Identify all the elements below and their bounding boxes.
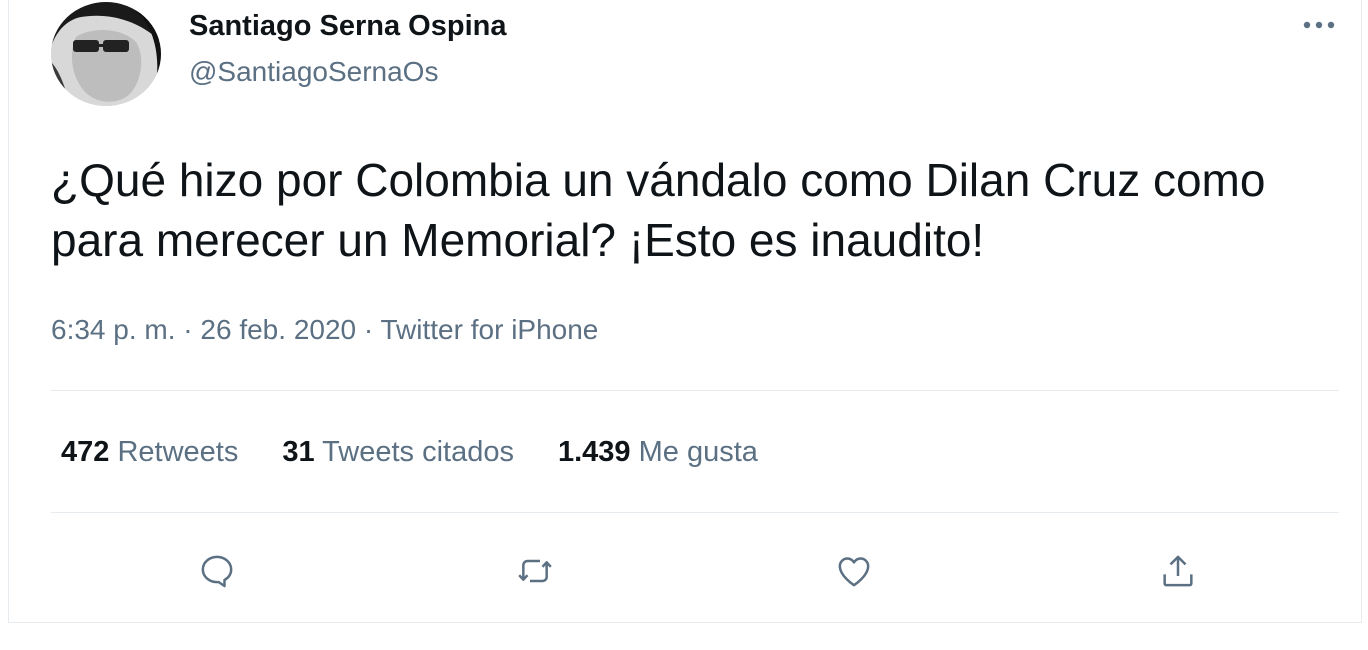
likes-count: 1.439: [557, 436, 631, 468]
quotes-count: 31: [282, 436, 315, 468]
share-icon: [1163, 555, 1193, 587]
retweets-stat[interactable]: 472 Retweets: [61, 436, 238, 469]
author-name[interactable]: Santiago Serna Ospina: [189, 10, 506, 43]
tweet-source[interactable]: Twitter for iPhone: [381, 314, 599, 345]
avatar-image: [51, 2, 161, 106]
retweet-icon: [518, 559, 552, 583]
more-horizontal-icon: [1303, 21, 1335, 29]
avatar[interactable]: [51, 2, 161, 106]
more-options-button[interactable]: [1299, 10, 1339, 40]
heart-icon: [838, 557, 870, 587]
tweet-time[interactable]: 6:34 p. m.: [51, 314, 176, 345]
retweets-count: 472: [61, 436, 110, 468]
reply-icon: [201, 555, 233, 588]
tweet-meta: 6:34 p. m. · 26 feb. 2020 · Twitter for …: [51, 314, 598, 346]
author-handle[interactable]: @SantiagoSernaOs: [189, 56, 438, 88]
reply-button[interactable]: [192, 546, 242, 596]
divider: [51, 512, 1339, 513]
tweet-actions: [9, 546, 1361, 596]
like-button[interactable]: [829, 546, 879, 596]
share-button[interactable]: [1153, 546, 1203, 596]
tweet-text: ¿Qué hizo por Colombia un vándalo como D…: [51, 154, 1266, 266]
tweet-date[interactable]: 26 feb. 2020: [200, 314, 356, 345]
likes-label: Me gusta: [638, 436, 758, 468]
retweet-button[interactable]: [510, 546, 560, 596]
tweet-stats: 472 Retweets 31 Tweets citados 1.439 Me …: [61, 436, 758, 469]
quotes-label: Tweets citados: [322, 436, 514, 468]
retweets-label: Retweets: [117, 436, 239, 468]
likes-stat[interactable]: 1.439 Me gusta: [558, 436, 758, 469]
quotes-stat[interactable]: 31 Tweets citados: [282, 436, 514, 469]
tweet-card: Santiago Serna Ospina @SantiagoSernaOs ¿…: [8, 0, 1362, 623]
meta-separator: ·: [183, 314, 193, 345]
meta-separator: ·: [363, 314, 374, 345]
divider: [51, 390, 1339, 391]
